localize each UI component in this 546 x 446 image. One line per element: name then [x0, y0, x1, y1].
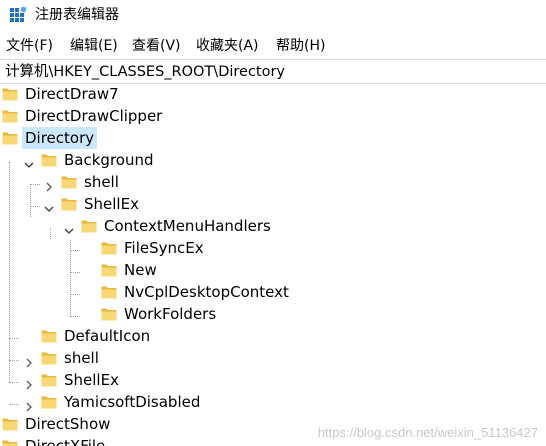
watermark: https://blog.csdn.net/weixin_51136427: [317, 425, 538, 440]
address-path[interactable]: 计算机\HKEY_CLASSES_ROOT\Directory: [5, 61, 285, 83]
tree-node-label[interactable]: DirectDraw7: [22, 85, 122, 105]
title-bar: 注册表编辑器: [0, 0, 546, 31]
registry-editor-icon: [10, 7, 27, 22]
chevron-down-icon[interactable]: [44, 199, 54, 212]
folder-icon: [41, 394, 57, 409]
menu-bar: 文件(F) 编辑(E) 查看(V) 收藏夹(A) 帮助(H): [0, 34, 546, 58]
menu-view[interactable]: 查看(V): [132, 34, 181, 58]
folder-icon: [41, 328, 57, 343]
folder-icon: [41, 350, 57, 365]
tree-node-label[interactable]: ShellEx: [61, 369, 122, 391]
tree-node-label[interactable]: YamicsoftDisabled: [61, 391, 203, 413]
tree-node-label[interactable]: Directory: [22, 127, 98, 149]
registry-tree: DirectDraw7 DirectDrawClipper Directory Bac…: [0, 85, 546, 446]
tree-node-label[interactable]: DirectShow: [22, 413, 113, 435]
tree-node-label[interactable]: shell: [61, 347, 102, 369]
chevron-down-icon[interactable]: [64, 221, 74, 234]
tree-node-label[interactable]: ShellEx: [81, 193, 142, 215]
folder-icon: [2, 108, 18, 123]
folder-icon: [101, 306, 117, 321]
folder-icon: [2, 130, 18, 145]
tree-node[interactable]: DefaultIcon: [0, 325, 546, 347]
tree-node-label[interactable]: DirectDrawClipper: [22, 105, 165, 127]
tree-node[interactable]: DirectDraw7: [0, 85, 546, 105]
tree-node-label[interactable]: NvCplDesktopContext: [121, 281, 292, 303]
chevron-right-icon[interactable]: [44, 177, 54, 192]
menu-edit[interactable]: 编辑(E): [70, 34, 118, 58]
folder-icon: [61, 196, 77, 211]
menu-help[interactable]: 帮助(H): [276, 34, 325, 58]
folder-icon: [41, 152, 57, 167]
tree-node[interactable]: ContextMenuHandlers: [0, 215, 546, 237]
tree-node-label[interactable]: Background: [61, 149, 157, 171]
tree-node[interactable]: Directory: [0, 127, 546, 149]
tree-node[interactable]: Background: [0, 149, 546, 171]
tree-node[interactable]: shell: [0, 171, 546, 193]
tree-node-label[interactable]: shell: [81, 171, 122, 193]
folder-icon: [2, 416, 18, 431]
tree-node-label[interactable]: DefaultIcon: [61, 325, 153, 347]
tree-node[interactable]: DirectDrawClipper: [0, 105, 546, 127]
window-title: 注册表编辑器: [35, 7, 119, 23]
tree-node[interactable]: FileSyncEx: [0, 237, 546, 259]
address-bar[interactable]: 计算机\HKEY_CLASSES_ROOT\Directory: [0, 59, 546, 84]
tree-node[interactable]: WorkFolders: [0, 303, 546, 325]
folder-icon: [101, 262, 117, 277]
tree-node[interactable]: NvCplDesktopContext: [0, 281, 546, 303]
tree-node[interactable]: New: [0, 259, 546, 281]
tree-node-label[interactable]: DirectXFile: [22, 435, 108, 446]
tree-node[interactable]: ShellEx: [0, 193, 546, 215]
chevron-right-icon[interactable]: [24, 353, 34, 368]
menu-favorites[interactable]: 收藏夹(A): [196, 34, 259, 58]
chevron-right-icon[interactable]: [24, 397, 34, 412]
tree-node-label[interactable]: New: [121, 259, 160, 281]
tree-node-label[interactable]: WorkFolders: [121, 303, 219, 325]
chevron-down-icon[interactable]: [24, 155, 34, 168]
folder-icon: [2, 438, 18, 446]
tree-node[interactable]: shell: [0, 347, 546, 369]
chevron-right-icon[interactable]: [24, 375, 34, 390]
folder-icon: [101, 240, 117, 255]
tree-node[interactable]: YamicsoftDisabled: [0, 391, 546, 413]
tree-node-label[interactable]: FileSyncEx: [121, 237, 207, 259]
registry-editor-window: 注册表编辑器 文件(F) 编辑(E) 查看(V) 收藏夹(A) 帮助(H) 计算…: [0, 0, 546, 446]
folder-icon: [41, 372, 57, 387]
tree-node-label[interactable]: ContextMenuHandlers: [101, 215, 274, 237]
folder-icon: [101, 284, 117, 299]
folder-icon: [81, 218, 97, 233]
menu-file[interactable]: 文件(F): [6, 34, 53, 58]
folder-icon: [2, 86, 18, 101]
tree-node[interactable]: ShellEx: [0, 369, 546, 391]
folder-icon: [61, 174, 77, 189]
